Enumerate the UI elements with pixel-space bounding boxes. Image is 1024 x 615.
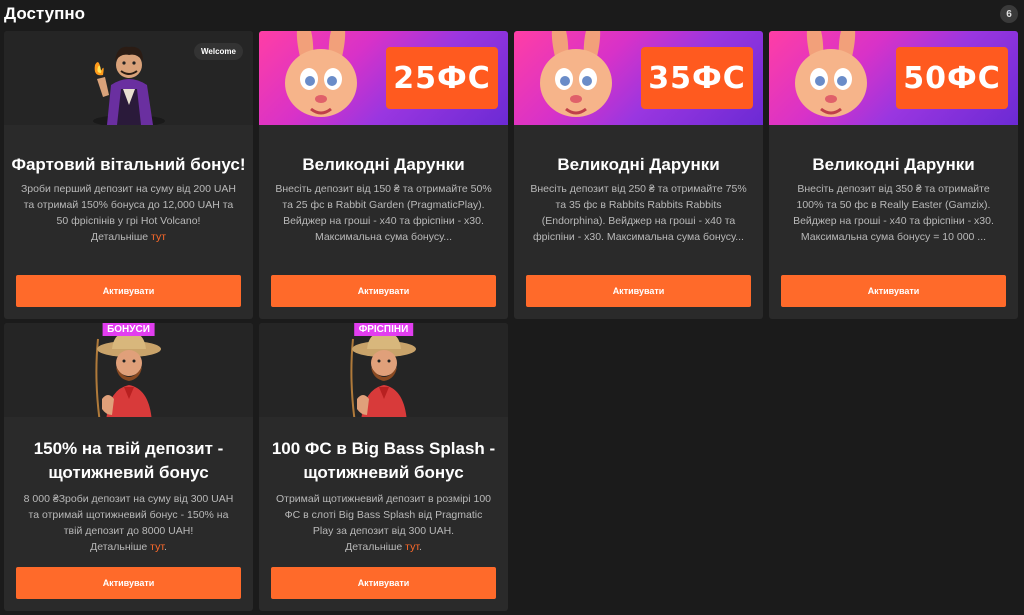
free-spins-badge: 35ФС	[641, 47, 753, 109]
details-link[interactable]: тут	[405, 541, 419, 553]
bonus-card-weekly-freespins: ФРІСПІНИ 100 ФС в Big Bass Splash - щоти…	[259, 323, 508, 611]
fisherman-icon	[349, 332, 416, 417]
category-tag: БОНУСИ	[102, 323, 155, 336]
card-description-text: Внесіть депозит від 250 ₴ та отримайте 7…	[530, 183, 747, 243]
card-image: 25ФС	[259, 31, 508, 125]
card-description: Отримай щотижневий депозит в розмірі 100…	[273, 491, 494, 555]
card-description-text: 8 000 ₴Зроби депозит на суму від 300 UAH…	[23, 493, 234, 537]
bonus-card-easter-50: 50ФС Великодні Дарунки Внесіть депозит в…	[769, 31, 1018, 319]
card-title: 150% на твій депозит - щотижневий бонус	[33, 439, 224, 482]
card-title: Великодні Дарунки	[557, 155, 720, 174]
card-image: 35ФС	[514, 31, 763, 125]
card-image: 50ФС	[769, 31, 1018, 125]
section-header: Доступно 6	[4, 0, 1020, 28]
count-badge: 6	[1000, 5, 1018, 23]
welcome-tag: Welcome	[194, 43, 243, 60]
card-title: Фартовий вітальний бонус!	[11, 155, 246, 174]
card-title: Великодні Дарунки	[812, 155, 975, 174]
activate-button[interactable]: Активувати	[16, 567, 241, 599]
more-suffix: .	[163, 541, 167, 553]
activate-button[interactable]: Активувати	[781, 275, 1006, 307]
card-description-text: Внесіть депозит від 350 ₴ та отримайте 1…	[793, 183, 994, 243]
card-image: Welcome	[4, 31, 253, 125]
activate-button[interactable]: Активувати	[16, 275, 241, 307]
bonus-card-easter-25: 25ФС Великодні Дарунки Внесіть депозит в…	[259, 31, 508, 319]
more-suffix: .	[418, 541, 422, 553]
rabbit-icon	[795, 31, 867, 117]
rabbit-icon	[540, 31, 612, 117]
free-spins-badge: 25ФС	[386, 47, 498, 109]
bonus-card-easter-35: 35ФС Великодні Дарунки Внесіть депозит в…	[514, 31, 763, 319]
card-description-text: Внесіть депозит від 150 ₴ та отримайте 5…	[275, 183, 492, 243]
category-tag: ФРІСПІНИ	[353, 323, 414, 336]
card-title: 100 ФС в Big Bass Splash - щотижневий бо…	[271, 439, 496, 482]
rabbit-icon	[285, 31, 357, 117]
card-description-text: Отримай щотижневий депозит в розмірі 100…	[275, 493, 492, 537]
more-prefix: Детальніше	[345, 541, 406, 553]
card-image: ФРІСПІНИ	[259, 323, 508, 417]
details-link[interactable]: тут	[150, 541, 164, 553]
activate-button[interactable]: Активувати	[271, 567, 496, 599]
activate-button[interactable]: Активувати	[526, 275, 751, 307]
card-description: 8 000 ₴Зроби депозит на суму від 300 UAH…	[18, 491, 239, 555]
free-spins-badge: 50ФС	[896, 47, 1008, 109]
more-prefix: Детальніше	[90, 231, 152, 243]
fisherman-icon	[94, 332, 161, 417]
magician-icon	[92, 46, 165, 125]
section-title: Доступно	[4, 4, 86, 23]
bonus-card-weekly-deposit: БОНУСИ 150% на твій депозит - щотижневий…	[4, 323, 253, 611]
card-description: Внесіть депозит від 350 ₴ та отримайте 1…	[783, 181, 1004, 245]
card-description: Внесіть депозит від 150 ₴ та отримайте 5…	[273, 181, 494, 245]
card-description: Зроби перший депозит на суму від 200 UAH…	[18, 181, 239, 245]
card-title: Великодні Дарунки	[302, 155, 465, 174]
details-link[interactable]: тут	[151, 231, 166, 243]
bonus-card-welcome: Welcome Фартовий вітальний бонус! Зроби …	[4, 31, 253, 319]
more-prefix: Детальніше	[90, 541, 151, 553]
activate-button[interactable]: Активувати	[271, 275, 496, 307]
card-image: БОНУСИ	[4, 323, 253, 417]
card-description: Внесіть депозит від 250 ₴ та отримайте 7…	[528, 181, 749, 245]
card-description-text: Зроби перший депозит на суму від 200 UAH…	[20, 183, 237, 227]
